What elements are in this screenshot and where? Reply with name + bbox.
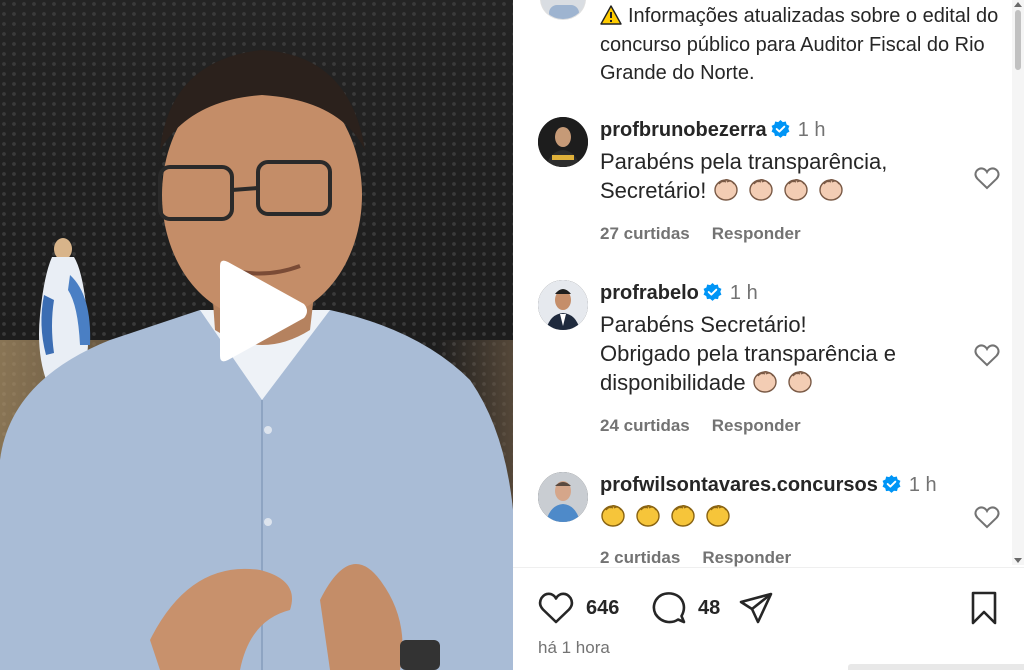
clapping-hands-icon xyxy=(752,371,777,393)
comment-text-line: Secretário! xyxy=(600,178,707,203)
actions-divider xyxy=(513,567,1024,568)
verified-badge-icon xyxy=(771,120,790,138)
verified-badge-icon xyxy=(882,475,901,493)
clapping-hands-emoji-group xyxy=(713,178,847,203)
comment-username[interactable]: profbrunobezerra xyxy=(600,119,767,141)
commenter-avatar-image xyxy=(538,472,588,522)
heart-icon[interactable] xyxy=(538,590,574,626)
scroll-up-arrow-icon[interactable] xyxy=(1014,2,1022,7)
bookmark-icon[interactable] xyxy=(966,590,1002,626)
reply-button[interactable]: Responder xyxy=(712,224,801,243)
like-comment-heart-icon[interactable] xyxy=(974,505,1000,529)
comment-count[interactable]: 48 xyxy=(698,597,720,620)
commenter-avatar[interactable] xyxy=(538,472,588,522)
clapping-hands-emoji-group xyxy=(600,504,734,529)
reply-button[interactable]: Responder xyxy=(712,416,801,435)
comments-panel: Informações atualizadas sobre o edital d… xyxy=(513,0,1024,670)
comment-username-line: profrabelo 1 h xyxy=(600,282,758,305)
like-count[interactable]: 646 xyxy=(586,597,619,620)
verified-badge-icon xyxy=(703,283,722,301)
comment-text-line-with-emoji: disponibilidade xyxy=(600,368,950,397)
comment-meta: 2 curtidas Responder xyxy=(600,548,813,568)
comment-username-line: profbrunobezerra 1 h xyxy=(600,119,826,142)
scrollbar-thumb[interactable] xyxy=(1015,10,1021,70)
commenter-avatar[interactable] xyxy=(538,117,588,167)
commenter-avatar-image xyxy=(538,280,588,330)
comment-username-line: profwilsontavares.concursos 1 h xyxy=(600,474,937,497)
video-player[interactable] xyxy=(0,0,513,670)
clapping-hands-emoji-group xyxy=(752,370,816,395)
reply-button[interactable]: Responder xyxy=(702,548,791,567)
author-avatar[interactable] xyxy=(540,0,586,20)
clapping-hands-icon xyxy=(671,505,695,527)
clapping-hands-icon xyxy=(601,505,625,527)
comment-meta: 24 curtidas Responder xyxy=(600,416,823,436)
scroll-down-arrow-icon[interactable] xyxy=(1014,558,1022,563)
comment-text-line: Parabéns Secretário! xyxy=(600,312,807,337)
comment-text: Parabéns Secretário! Obrigado pela trans… xyxy=(600,310,950,397)
clapping-hands-icon xyxy=(713,179,738,201)
comment-likes[interactable]: 24 curtidas xyxy=(600,416,690,435)
clapping-hands-icon xyxy=(819,179,843,201)
clapping-hands-icon xyxy=(748,179,773,201)
comment-meta: 27 curtidas Responder xyxy=(600,224,823,244)
comment-username[interactable]: profwilsontavares.concursos xyxy=(600,474,878,496)
comment-item: profbrunobezerra 1 h Parabéns pela trans… xyxy=(538,117,1008,257)
play-icon[interactable] xyxy=(210,258,310,364)
post-caption: Informações atualizadas sobre o edital d… xyxy=(600,2,1000,88)
post-timestamp[interactable]: há 1 hora xyxy=(538,638,610,658)
comment-icon[interactable] xyxy=(651,590,687,626)
comment-time: 1 h xyxy=(797,119,826,141)
comment-text-line: Parabéns pela transparência, xyxy=(600,149,888,174)
comment-time: 1 h xyxy=(908,474,937,496)
author-avatar-image xyxy=(549,5,579,19)
scrollbar[interactable] xyxy=(1012,0,1024,565)
clapping-hands-icon xyxy=(706,505,731,527)
comment-time: 1 h xyxy=(729,282,758,304)
comment-text-line-with-emoji: Secretário! xyxy=(600,176,950,205)
clapping-hands-icon xyxy=(636,505,660,527)
like-comment-heart-icon[interactable] xyxy=(974,166,1000,190)
caption-text: Informações atualizadas sobre o edital d… xyxy=(600,5,999,84)
comment-likes[interactable]: 2 curtidas xyxy=(600,548,680,567)
comment-text-line: Obrigado pela transparência e xyxy=(600,341,896,366)
comment-item: profrabelo 1 h Parabéns Secretário! Obri… xyxy=(538,280,1008,450)
comment-text: Parabéns pela transparência, Secretário! xyxy=(600,147,950,205)
commenter-avatar[interactable] xyxy=(538,280,588,330)
comment-text xyxy=(600,502,950,531)
clapping-hands-icon xyxy=(784,179,808,201)
clapping-hands-icon xyxy=(788,371,812,393)
comment-likes[interactable]: 27 curtidas xyxy=(600,224,690,243)
post-actions-bar: 646 48 xyxy=(538,585,1008,629)
comment-item: profwilsontavares.concursos 1 h 2 curtid… xyxy=(538,472,1008,567)
commenter-avatar-image xyxy=(538,117,588,167)
like-comment-heart-icon[interactable] xyxy=(974,343,1000,367)
comment-input-edge xyxy=(848,664,1024,670)
share-icon[interactable] xyxy=(738,590,774,626)
warning-icon xyxy=(600,5,622,25)
comment-text-line: disponibilidade xyxy=(600,370,746,395)
comment-username[interactable]: profrabelo xyxy=(600,282,699,304)
